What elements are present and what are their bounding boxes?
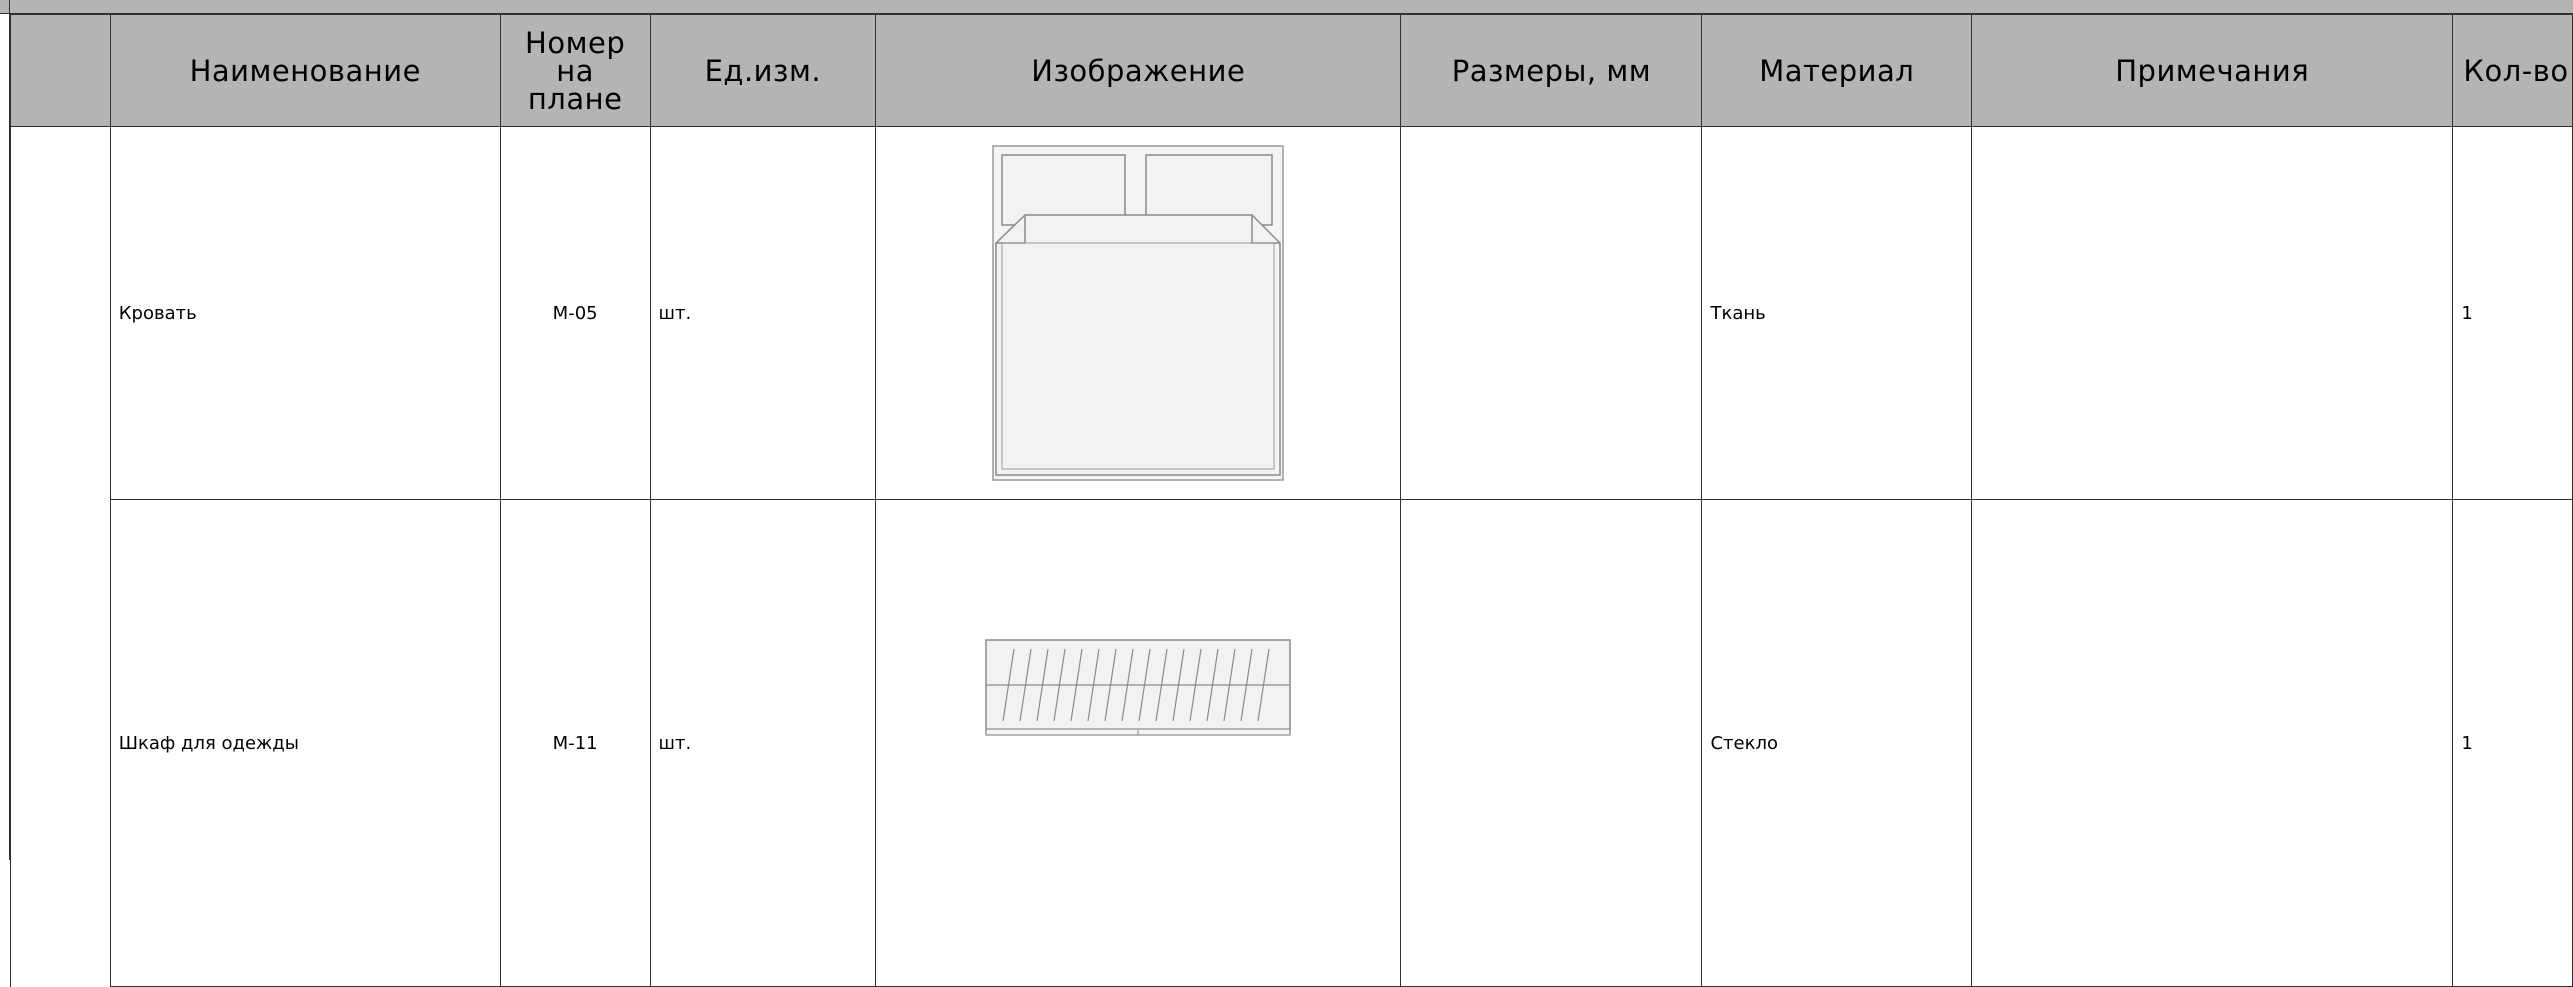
cell-quantity: 1 [2452, 499, 2573, 987]
cell-unit: шт. [649, 499, 877, 987]
cell-unit: шт. [649, 126, 877, 500]
cell-plan-number: М-05 [499, 126, 651, 500]
table-row: Кровать М-05 шт. Ткань 1 [10, 126, 2573, 500]
furniture-spec-table: Наименование Номер на плане Ед.изм. Изоб… [10, 14, 2573, 987]
header-row: Наименование Номер на плане Ед.изм. Изоб… [10, 14, 2573, 127]
header-unit: Ед.изм. [649, 14, 877, 127]
cell-quantity: 1 [2452, 126, 2573, 500]
header-plan-number-label: Номер на плане [525, 25, 626, 116]
header-size: Размеры, мм [1400, 14, 1703, 127]
header-material: Материал [1701, 14, 1973, 127]
cell-material: Ткань [1701, 126, 1973, 500]
row-blank-cell [10, 126, 111, 500]
header-quantity: Кол-во [2452, 14, 2573, 127]
wardrobe-icon [985, 639, 1292, 736]
cell-notes [1971, 126, 2454, 500]
cell-name: Кровать [109, 126, 501, 500]
cell-plan-number: М-11 [499, 499, 651, 987]
cell-image [875, 499, 1402, 987]
cell-material: Стекло [1701, 499, 1973, 987]
bed-icon [992, 145, 1285, 481]
cell-notes [1971, 499, 2454, 987]
header-blank-cell [10, 14, 111, 127]
header-image: Изображение [875, 14, 1402, 127]
header-notes: Примечания [1971, 14, 2454, 127]
specification-sheet: Наименование Номер на плане Ед.изм. Изоб… [0, 0, 2573, 987]
cell-size [1400, 499, 1703, 987]
table-row: Шкаф для одежды М-11 шт. Стекло 1 [10, 499, 2573, 987]
header-name: Наименование [109, 14, 501, 127]
top-band [0, 0, 2573, 14]
cell-size [1400, 126, 1703, 500]
header-plan-number: Номер на плане [499, 14, 651, 127]
cell-image [875, 126, 1402, 500]
cell-name: Шкаф для одежды [109, 499, 501, 987]
row-blank-cell [10, 499, 111, 987]
